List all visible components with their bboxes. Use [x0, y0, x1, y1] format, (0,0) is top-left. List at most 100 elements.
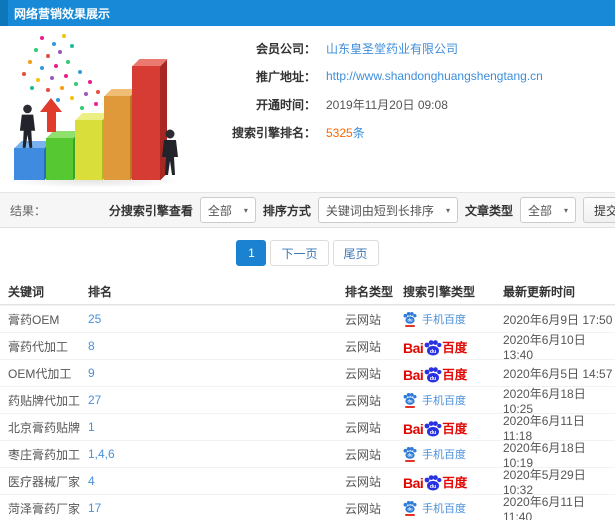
- baidu-logo: Bai du 百度: [403, 420, 468, 437]
- opened-time-label: 开通时间：: [255, 97, 316, 112]
- pagination: 1 下一页 尾页: [0, 228, 615, 278]
- mobile-baidu-label: 手机百度: [422, 449, 466, 461]
- mobile-baidu-label: 手机百度: [422, 503, 466, 515]
- marketing-chart-illustration: [0, 30, 195, 190]
- filter-bar: 结果： 分搜索引擎查看 全部 ▾ 排序方式 关键词由短到长排序 ▾ 文章类型 全…: [0, 192, 615, 228]
- chevron-down-icon: ▾: [563, 205, 568, 215]
- rank-type-cell: 云网站: [345, 501, 382, 516]
- table-header-row: 关键词 排名 排名类型 搜索引擎类型 最新更新时间: [0, 278, 615, 305]
- engine-cell: du 手机百度: [403, 311, 503, 327]
- mobile-baidu-icon: du 手机百度: [403, 311, 466, 327]
- baidu-logo: Bai du 百度: [403, 339, 468, 356]
- mobile-baidu-label: 手机百度: [422, 395, 466, 407]
- page-title: 网络营销效果展示: [14, 6, 111, 21]
- chevron-down-icon: ▾: [243, 205, 248, 215]
- keyword-cell: 药贴牌代加工: [8, 393, 81, 408]
- businessman-right-icon: [162, 129, 178, 175]
- mobile-baidu-icon: du 手机百度: [403, 446, 466, 462]
- baidu-logo: Bai du 百度: [403, 366, 468, 383]
- submit-button[interactable]: 提交: [583, 197, 615, 223]
- info-row-rank: 搜索引擎排名： 5325条: [198, 118, 615, 146]
- table-row: 医疗器械厂家 4 云网站 Bai du 百度 2020年5月29日 10:32: [0, 467, 615, 497]
- svg-text:du: du: [407, 398, 413, 403]
- keyword-cell: 菏泽膏药厂家: [8, 501, 81, 516]
- rank-type-cell: 云网站: [345, 366, 382, 381]
- engine-cell: du 手机百度: [403, 500, 503, 516]
- rank-link[interactable]: 8: [88, 339, 95, 353]
- keyword-cell: OEM代加工: [8, 366, 72, 381]
- engine-cell: Bai du 百度: [403, 364, 503, 383]
- svg-text:du: du: [407, 317, 413, 322]
- filter-group: 分搜索引擎查看 全部 ▾ 排序方式 关键词由短到长排序 ▾ 文章类型 全部 ▾ …: [109, 197, 615, 223]
- rank-link[interactable]: 9: [88, 366, 95, 380]
- info-row-company: 会员公司： 山东皇圣堂药业有限公司: [198, 34, 615, 62]
- promo-url-link[interactable]: http://www.shandonghuangshengtang.cn: [326, 69, 543, 83]
- company-link[interactable]: 山东皇圣堂药业有限公司: [326, 40, 458, 57]
- keyword-cell: 膏药代加工: [8, 339, 69, 354]
- engine-cell: Bai du 百度: [403, 418, 503, 437]
- article-type-select[interactable]: 全部 ▾: [519, 197, 576, 223]
- baidu-logo: Bai du 百度: [403, 474, 468, 491]
- rank-link[interactable]: 4: [88, 474, 95, 488]
- table-row: 北京膏药贴牌 1 云网站 Bai du 百度 2020年6月11日 11:18: [0, 413, 615, 443]
- table-row: 膏药OEM 25 云网站 du 手机百度 2020年6月9日 17:50: [0, 305, 615, 332]
- info-row-opened: 开通时间： 2019年11月20日 09:08: [198, 90, 615, 118]
- rank-link[interactable]: 27: [88, 393, 101, 407]
- keyword-cell: 枣庄膏药加工: [8, 447, 81, 462]
- bar-yellow: [75, 120, 102, 180]
- app-header: 网络营销效果展示: [0, 0, 615, 26]
- rank-count: 5325: [326, 125, 353, 140]
- rank-link[interactable]: 17: [88, 501, 101, 515]
- rank-type-cell: 云网站: [345, 339, 382, 354]
- mobile-baidu-label: 手机百度: [422, 314, 466, 326]
- keyword-cell: 北京膏药贴牌: [8, 420, 81, 435]
- info-section: 会员公司： 山东皇圣堂药业有限公司 推广地址： http://www.shand…: [0, 26, 615, 192]
- sort-filter-label: 排序方式: [262, 203, 311, 218]
- table-row: 枣庄膏药加工 1,4,6 云网站 du 手机百度 2020年6月18日 10:1…: [0, 440, 615, 470]
- bar-red: [132, 66, 160, 180]
- engine-filter-select[interactable]: 全部 ▾: [199, 197, 256, 223]
- confetti-dots: [0, 30, 4, 34]
- bar-blue: [14, 148, 44, 180]
- table-row: 膏药代加工 8 云网站 Bai du 百度 2020年6月10日 13:40: [0, 332, 615, 362]
- opened-time-value: 2019年11月20日 09:08: [326, 97, 448, 112]
- mobile-baidu-icon: du 手机百度: [403, 500, 466, 516]
- svg-text:du: du: [407, 506, 413, 511]
- table-row: 菏泽膏药厂家 17 云网站 du 手机百度 2020年6月11日 11:40: [0, 494, 615, 520]
- company-info-block: 会员公司： 山东皇圣堂药业有限公司 推广地址： http://www.shand…: [198, 26, 615, 146]
- rank-type-cell: 云网站: [345, 474, 382, 489]
- next-page-button[interactable]: 下一页: [270, 240, 329, 266]
- svg-text:du: du: [430, 375, 437, 381]
- sort-filter-select[interactable]: 关键词由短到长排序 ▾: [317, 197, 458, 223]
- svg-text:du: du: [430, 429, 437, 435]
- keyword-cell: 膏药OEM: [8, 312, 60, 327]
- engine-rank-label: 搜索引擎排名：: [231, 125, 316, 140]
- chevron-down-icon: ▾: [445, 205, 450, 215]
- rank-type-cell: 云网站: [345, 420, 382, 435]
- header-rank-type: 排名类型: [345, 284, 394, 299]
- growth-arrow-icon: [40, 98, 62, 132]
- rank-link[interactable]: 25: [88, 312, 101, 326]
- svg-text:du: du: [430, 348, 437, 354]
- updated-time-cell: 2020年6月11日 11:40: [503, 494, 585, 520]
- engine-cell: du 手机百度: [403, 446, 503, 462]
- engine-cell: Bai du 百度: [403, 337, 503, 356]
- engine-cell: du 手机百度: [403, 392, 503, 408]
- rank-type-cell: 云网站: [345, 393, 382, 408]
- svg-text:du: du: [430, 483, 437, 489]
- businessman-left-icon: [19, 104, 36, 148]
- rank-link[interactable]: 1: [88, 420, 95, 434]
- header-updated: 最新更新时间: [503, 284, 576, 299]
- updated-time-cell: 2020年6月5日 14:57: [503, 366, 613, 381]
- header-accent-strip: [0, 0, 8, 26]
- promo-url-label: 推广地址：: [255, 69, 316, 84]
- keywords-table: 关键词 排名 排名类型 搜索引擎类型 最新更新时间 膏药OEM 25 云网站 d…: [0, 278, 615, 520]
- rank-link[interactable]: 1,4,6: [88, 447, 115, 461]
- page-button-current[interactable]: 1: [236, 240, 267, 266]
- last-page-button[interactable]: 尾页: [332, 240, 379, 266]
- rank-type-cell: 云网站: [345, 312, 382, 327]
- article-type-label: 文章类型: [464, 203, 513, 218]
- info-row-url: 推广地址： http://www.shandonghuangshengtang.…: [198, 62, 615, 90]
- result-label: 结果：: [10, 203, 47, 218]
- header-engine: 搜索引擎类型: [403, 284, 476, 299]
